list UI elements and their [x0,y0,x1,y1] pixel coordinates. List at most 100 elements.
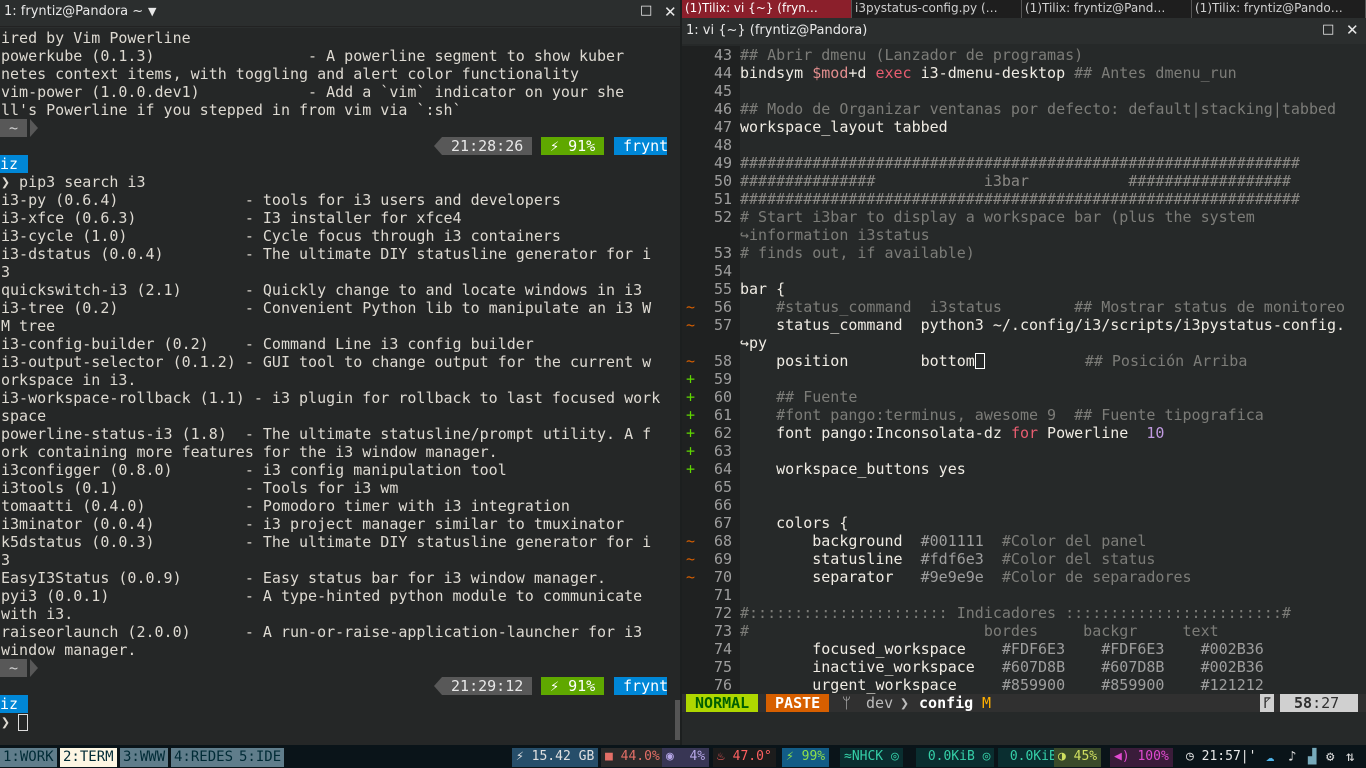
vim-diff-sign: + [686,370,696,388]
maximize-icon[interactable]: □ [1322,22,1334,37]
vim-code-line[interactable]: inactive_workspace #607D8B #607D8B #002B… [740,658,1264,676]
search-result-line: orkspace in i3. [1,371,137,389]
vim-code-line[interactable]: ########################################… [740,154,1300,172]
vim-code-line[interactable]: # bordes backgr text [740,622,1219,640]
chevron-down-icon[interactable]: ▼ [148,5,156,18]
vim-diff-sign: + [686,460,696,478]
right-pane-titlebar[interactable]: 1: vi {~} (fryntiz@Pandora) □ ✕ [682,18,1366,44]
prompt-user: frynt [614,137,667,155]
code-text: separator [740,568,921,586]
maximize-icon[interactable]: □ [640,3,652,18]
vim-diff-sign [686,118,696,136]
code-value: #fdf6e3 [920,550,1002,568]
workspace-button[interactable]: 3:WWW [120,748,169,767]
tilix-tab[interactable]: (1)Tilix: fryntiz@Pand… [1022,0,1192,18]
vim-code-line[interactable]: bindsym $mod+d exec i3-dmenu-desktop ## … [740,64,1237,82]
right-vim-pane[interactable]: (1)Tilix: vi {~} (fryn… i3pystatus-config… [682,0,1366,745]
vim-cursor[interactable] [974,353,985,369]
search-result-line: 3 [1,263,11,281]
tilix-tab[interactable]: (1)Tilix: vi {~} (fryn… [682,0,852,18]
search-result-line: with i3. [1,605,74,623]
cloud-icon[interactable]: ☁ [1266,749,1274,765]
vim-code-line[interactable]: colors { [740,514,848,532]
vim-diff-sign: + [686,388,696,406]
vim-code-line[interactable]: ## Fuente [740,388,857,406]
code-number: 10 [1146,424,1165,442]
code-comment: #Color del status [1001,550,1156,568]
vim-code-line[interactable]: ## Modo de Organizar ventanas por defect… [740,100,1336,118]
close-icon[interactable]: ✕ [1346,21,1359,39]
volume-icon[interactable]: ♪ [1288,749,1296,765]
vim-code-line[interactable]: #status_command i3status ## Mostrar stat… [740,298,1345,316]
left-terminal-pane[interactable]: 1: fryntiz@Pandora ~ ▼ □ ✕ ired by Vim P… [0,0,680,745]
vim-gutter: ~68 [682,532,740,550]
code-value: #001111 [920,532,1002,550]
vim-code-line[interactable]: #font pango:terminus, awesome 9 ## Fuent… [740,406,1264,424]
vim-diff-sign [686,64,696,82]
vim-line-number: 47 [713,118,732,136]
vim-code-line[interactable]: statusline #fdf6e3 #Color del status [740,550,1155,568]
vim-line-number: 76 [713,676,732,694]
vim-code-line[interactable]: ↪py [740,334,767,352]
vim-line-number: 44 [713,64,732,82]
terminal-cursor[interactable] [18,714,28,731]
vim-code-line[interactable]: ########################################… [740,190,1300,208]
vim-code-line[interactable]: # finds out, if available) [740,244,975,262]
vim-code-line[interactable]: position bottom ## Posición Arriba [740,352,1247,370]
vim-code-line[interactable]: ############### i3bar ################## [740,172,1291,190]
vim-code-line[interactable]: workspace_buttons yes [740,460,966,478]
search-result-line: i3-dstatus (0.0.4) - The ultimate DIY st… [1,245,652,263]
terminal-output[interactable]: ired by Vim Powerline powerkube (0.1.3) -… [0,28,680,745]
search-result-line: ork containing more features for the i3 … [1,443,498,461]
vim-diff-sign [686,208,696,226]
prompt-time: 21:29:12 [442,677,533,695]
vim-code-line[interactable]: separator #9e9e9e #Color de separadores [740,568,1191,586]
vim-gutter: ~69 [682,550,740,568]
terminal-scrollbar[interactable] [675,700,680,740]
vim-code-line[interactable]: ↪information i3status [740,226,930,244]
vim-code-line[interactable]: status_command python3 ~/.config/i3/scri… [740,316,1345,334]
right-pane-title: 1: vi {~} (fryntiz@Pandora) [686,23,868,38]
battery-status: ⚡ 99% [782,748,830,767]
terminal-line: netes context items, with toggling and a… [1,65,579,83]
workspace-button[interactable]: 2:TERM [60,748,117,767]
vim-diff-sign [686,154,696,172]
vim-code-line[interactable]: # Start i3bar to display a workspace bar… [740,208,1255,226]
vim-editor[interactable]: 43 ## Abrir dmenu (Lanzador de programas)… [682,45,1366,694]
settings-icon[interactable]: ⚙ [1326,749,1334,765]
vim-diff-sign: ~ [686,550,696,568]
vim-line-number [696,334,732,352]
workspace-button[interactable]: 4:REDES [171,748,237,767]
vim-code-line[interactable]: ## Abrir dmenu (Lanzador de programas) [740,46,1083,64]
vim-gutter [682,226,740,244]
vim-line-number: 45 [713,82,732,100]
vim-code-line[interactable]: background #001111 #Color del panel [740,532,1146,550]
tilix-tab[interactable]: i3pystatus-config.py (… [852,0,1022,18]
left-pane-titlebar[interactable]: 1: fryntiz@Pandora ~ ▼ □ ✕ [0,0,680,27]
search-result-line: i3tools (0.1) - Tools for i3 wm [1,479,399,497]
workspace-button[interactable]: 5:IDE [236,748,285,767]
tilix-tab[interactable]: (1)Tilix: fryntiz@Pando… [1192,0,1366,18]
signal-icon[interactable]: ▟ [1308,749,1316,765]
vim-gutter: +60 [682,388,740,406]
search-result-line: i3minator (0.0.4) - i3 project manager s… [1,515,625,533]
terminal-prompt[interactable]: ❯ [1,713,19,731]
network-icon[interactable]: ⇅ [1346,749,1354,765]
workspace-button[interactable]: 1:WORK [0,748,57,767]
vim-gutter: 76 [682,676,740,694]
vim-code-line[interactable]: focused_workspace #FDF6E3 #FDF6E3 #002B3… [740,640,1264,658]
vim-code-line[interactable]: #:::::::::::::::::::::: Indicadores ::::… [740,604,1291,622]
vim-code-line[interactable]: bar { [740,280,785,298]
code-text: bindsym [740,64,813,82]
vim-code-line[interactable]: font pango:Inconsolata-dz for Powerline … [740,424,1164,442]
vim-gutter: 55 [682,280,740,298]
prompt-arrow-icon [30,659,38,677]
vim-code-line[interactable]: workspace_layout tabbed [740,118,948,136]
temperature: ♨ 47.0° [713,748,776,767]
vim-code-line[interactable]: urgent_workspace #859900 #859900 #121212 [740,676,1264,694]
code-text: +d [848,64,876,82]
clock: ◷ 21:57|' [1182,748,1261,767]
prompt-directory: ~ [0,659,28,677]
close-icon[interactable]: ✕ [664,3,677,21]
vim-line-number: 52 [713,208,732,226]
